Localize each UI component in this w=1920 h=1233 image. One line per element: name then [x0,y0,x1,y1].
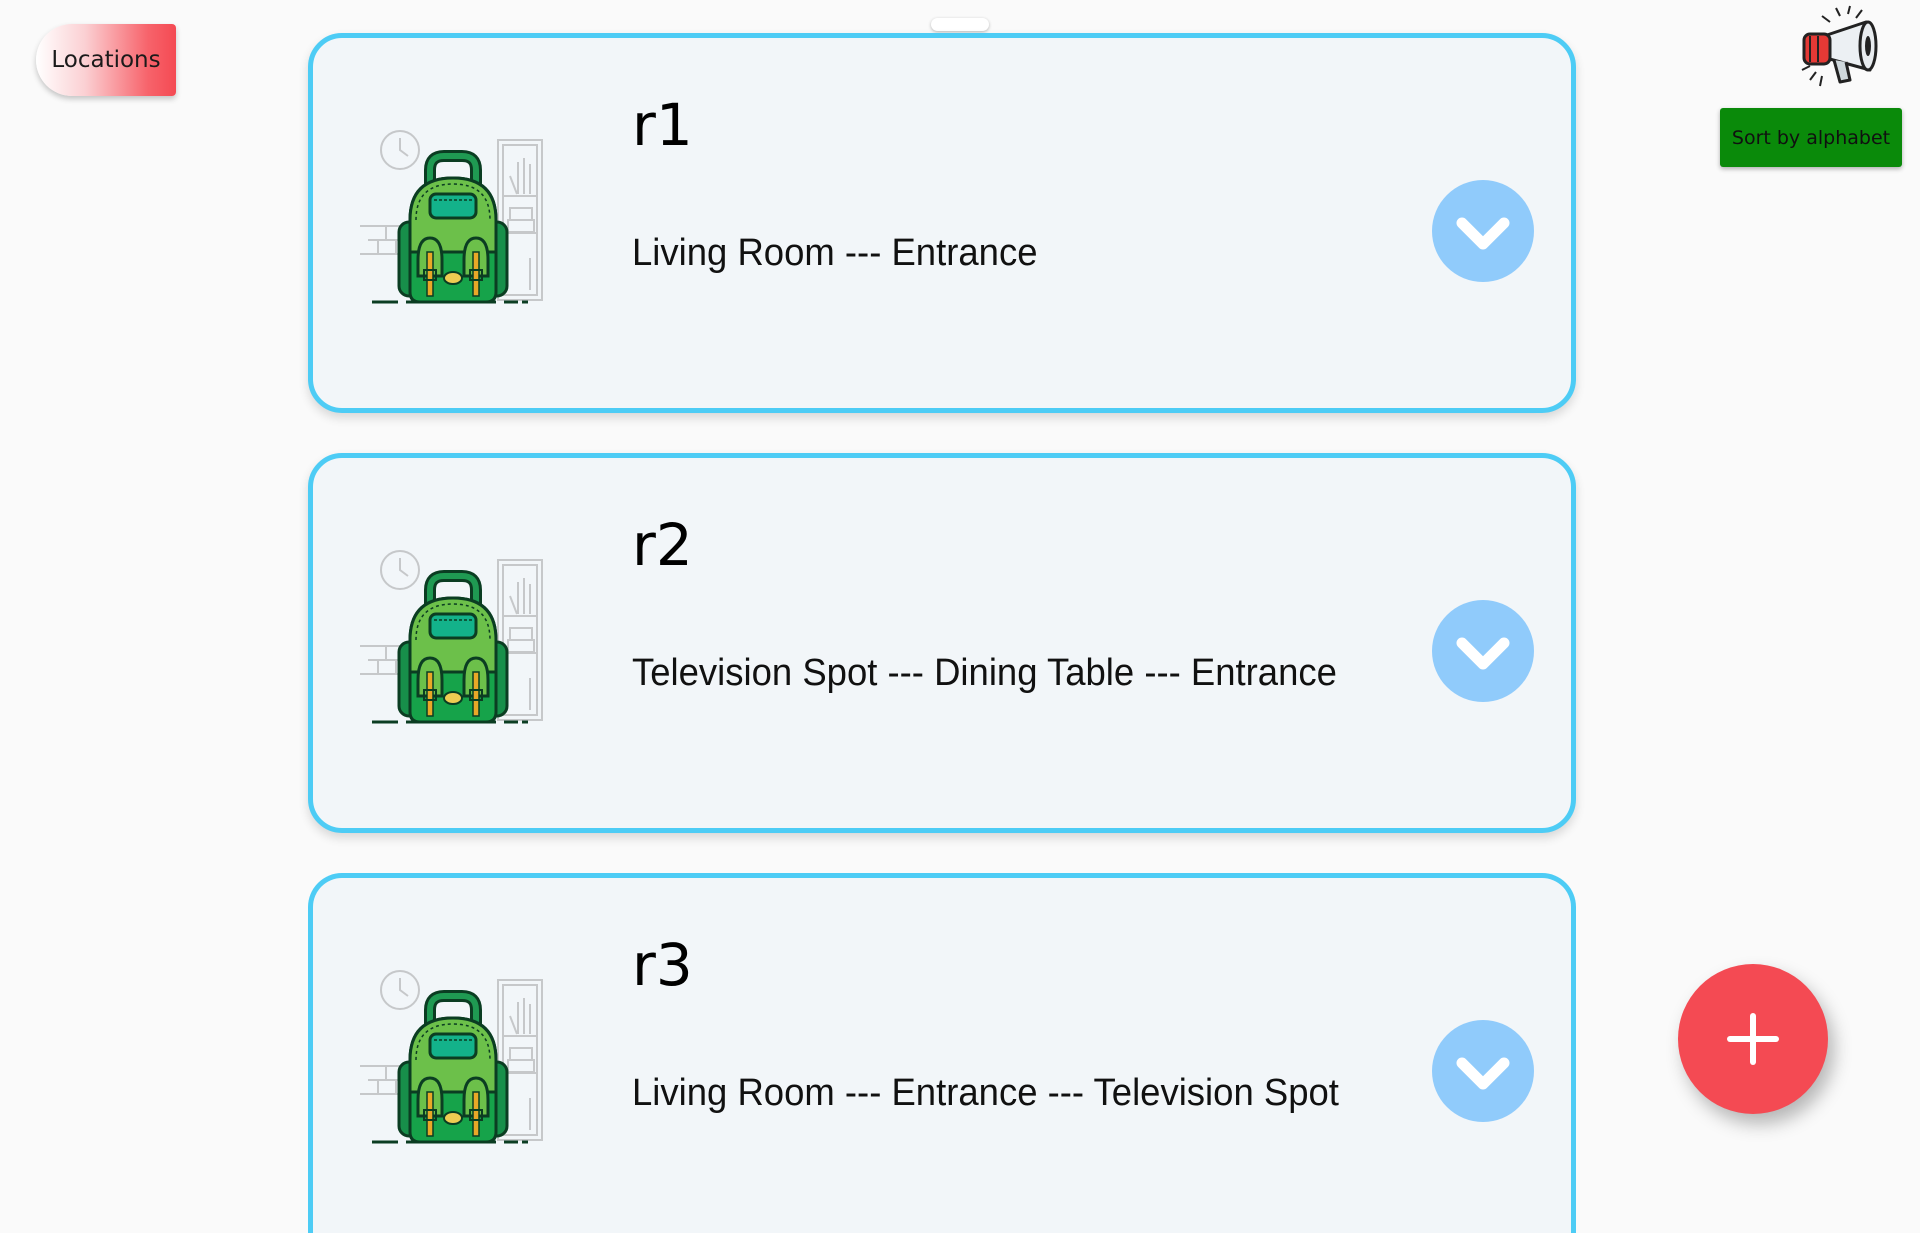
sort-alphabet-button[interactable]: Sort by alphabet [1720,108,1902,167]
chevron-down-icon [1456,637,1510,670]
expand-button[interactable] [1432,1020,1534,1122]
route-name: r3 [632,931,693,999]
add-route-button[interactable] [1678,964,1828,1114]
backpack-icon [358,548,548,728]
route-path: Living Room --- Entrance [632,232,1038,274]
backpack-icon [358,968,548,1148]
route-path: Television Spot --- Dining Table --- Ent… [632,652,1337,694]
chevron-down-icon [1456,1057,1510,1090]
megaphone-icon[interactable] [1792,4,1888,92]
drag-handle[interactable] [931,18,989,31]
locations-button[interactable]: Locations [36,24,176,96]
backpack-icon [358,128,548,308]
route-path: Living Room --- Entrance --- Television … [632,1072,1339,1114]
chevron-down-icon [1456,217,1510,250]
route-card[interactable]: r3 Living Room --- Entrance --- Televisi… [308,873,1576,1233]
expand-button[interactable] [1432,180,1534,282]
expand-button[interactable] [1432,600,1534,702]
route-name: r1 [632,91,693,159]
route-card[interactable]: r2 Television Spot --- Dining Table --- … [308,453,1576,833]
route-name: r2 [632,511,693,579]
plus-icon [1727,1013,1779,1065]
route-card[interactable]: r1 Living Room --- Entrance [308,33,1576,413]
